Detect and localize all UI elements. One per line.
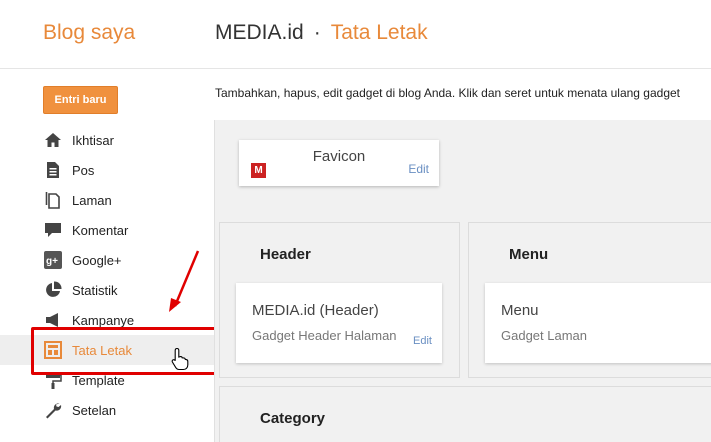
sidebar-item-label: Google+ [72, 252, 122, 268]
svg-text:g+: g+ [46, 256, 58, 267]
section-title: Menu [509, 246, 549, 263]
sidebar-item-kampanye[interactable]: Kampanye [0, 305, 214, 335]
sidebar-item-laman[interactable]: Laman [0, 185, 214, 215]
campaign-icon [44, 311, 62, 329]
sidebar-item-label: Statistik [72, 282, 118, 298]
sidebar-item-pos[interactable]: Pos [0, 155, 214, 185]
brand-link[interactable]: Blog saya [43, 21, 135, 45]
category-section: Category [219, 386, 711, 442]
breadcrumb: MEDIA.id · Tata Letak [215, 21, 428, 45]
menu-gadget[interactable]: Menu Gadget Laman [485, 283, 711, 363]
header-section: Header MEDIA.id (Header) Gadget Header H… [219, 222, 460, 378]
top-header: Blog saya MEDIA.id · Tata Letak [0, 0, 711, 69]
favicon-icon: M [251, 163, 266, 178]
gadget-name: MEDIA.id (Header) [252, 302, 379, 319]
sidebar-item-label: Laman [72, 192, 112, 208]
header-gadget[interactable]: MEDIA.id (Header) Gadget Header Halaman … [236, 283, 442, 363]
sidebar-item-template[interactable]: Template [0, 365, 214, 395]
sidebar-item-label: Pos [72, 162, 95, 178]
document-icon [44, 161, 62, 179]
page-description: Tambahkan, hapus, edit gadget di blog An… [215, 86, 680, 100]
google-plus-icon: g+ [44, 251, 62, 269]
section-title: Category [260, 410, 326, 427]
pages-icon [44, 191, 62, 209]
menu-section: Menu Menu Gadget Laman [468, 222, 711, 378]
layout-canvas: Favicon M Edit Header MEDIA.id (Header) … [214, 120, 711, 442]
sidebar-item-statistik[interactable]: Statistik [0, 275, 214, 305]
sidebar-item-tata-letak[interactable]: Tata Letak [0, 335, 214, 365]
sidebar-item-label: Kampanye [72, 312, 135, 328]
layout-icon [44, 341, 62, 359]
sidebar-item-google-plus[interactable]: g+ Google+ [0, 245, 214, 275]
gadget-subtitle: Gadget Header Halaman [252, 328, 397, 343]
sidebar-item-label: Setelan [72, 402, 117, 418]
sidebar-item-label: Tata Letak [72, 342, 132, 358]
sidebar-item-ikhtisar[interactable]: Ikhtisar [0, 125, 214, 155]
sidebar-item-komentar[interactable]: Komentar [0, 215, 214, 245]
sidebar-item-label: Ikhtisar [72, 132, 114, 148]
sidebar-item-label: Template [72, 372, 125, 388]
favicon-gadget[interactable]: Favicon M Edit [239, 140, 439, 186]
sidebar-item-label: Komentar [72, 222, 129, 238]
gadget-name: Menu [501, 302, 539, 319]
sidebar-item-setelan[interactable]: Setelan [0, 395, 214, 425]
home-icon [44, 131, 62, 149]
header-edit-link[interactable]: Edit [413, 335, 432, 347]
gadget-subtitle: Gadget Laman [501, 328, 588, 343]
new-post-button[interactable]: Entri baru [43, 86, 118, 114]
page-title: Tata Letak [330, 21, 428, 44]
sidebar-nav: Ikhtisar Pos Laman Komentar g+ Google+ S… [0, 125, 214, 425]
sidebar: Entri baru Ikhtisar Pos Laman Komentar g… [0, 70, 214, 442]
comment-icon [44, 221, 62, 239]
breadcrumb-site[interactable]: MEDIA.id [215, 21, 304, 44]
wrench-icon [44, 401, 62, 419]
breadcrumb-separator: · [313, 21, 321, 44]
section-title: Header [260, 246, 311, 263]
favicon-edit-link[interactable]: Edit [408, 162, 429, 176]
paint-roller-icon [44, 371, 62, 389]
pie-chart-icon [44, 281, 62, 299]
